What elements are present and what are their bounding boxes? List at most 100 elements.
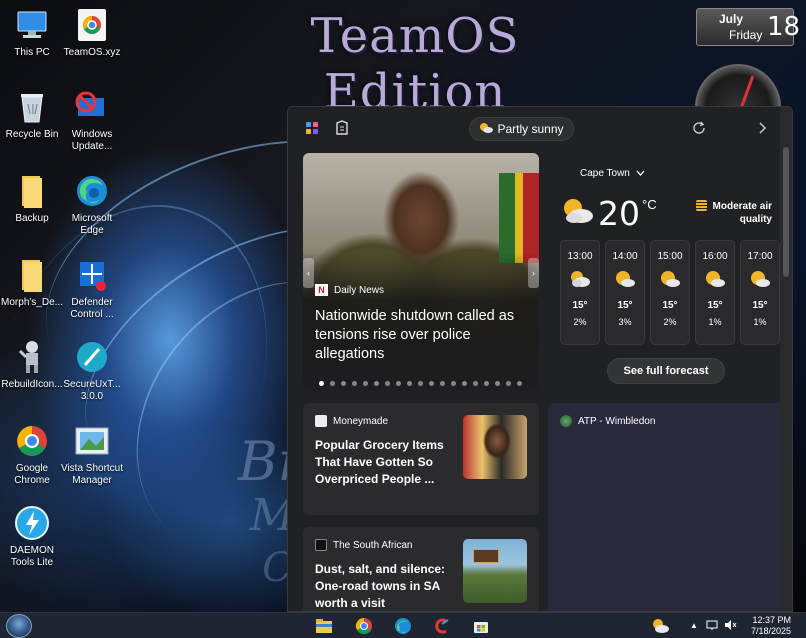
hourly-item[interactable]: 13:00 15° 2% [560, 240, 600, 345]
carousel-dot[interactable] [451, 381, 456, 386]
carousel-dot[interactable] [330, 381, 335, 386]
sports-title: ATP - Wimbledon [578, 415, 656, 427]
hourly-temp: 15° [752, 300, 768, 311]
network-icon[interactable] [706, 619, 718, 634]
carousel-dot[interactable] [495, 381, 500, 386]
defender-icon [73, 256, 111, 294]
moneymade-logo-icon [315, 415, 327, 427]
hero-news-card[interactable]: ‹ › N Daily News Nationwide shutdown cal… [303, 153, 539, 391]
news-headline[interactable]: Popular Grocery Items That Have Gotten S… [315, 437, 455, 488]
chrome-icon [73, 6, 111, 44]
carousel-dot[interactable] [429, 381, 434, 386]
signpost-image [473, 549, 499, 563]
ccleaner-icon[interactable] [432, 616, 452, 636]
desktop-icon-label: Defender Control ... [70, 297, 114, 320]
news-card-south-african[interactable]: The South African Dust, salt, and silenc… [303, 527, 539, 611]
carousel-dot[interactable] [484, 381, 489, 386]
see-full-forecast-button[interactable]: See full forecast [607, 358, 725, 384]
carousel-dot[interactable] [319, 381, 324, 386]
carousel-dot[interactable] [374, 381, 379, 386]
panel-scrollbar[interactable] [780, 107, 792, 611]
scrollbar-thumb[interactable] [783, 147, 789, 277]
hourly-time: 15:00 [657, 251, 683, 262]
carousel-dot[interactable] [462, 381, 467, 386]
sports-card-atp[interactable]: ATP - Wimbledon [548, 403, 786, 611]
carousel-dot[interactable] [352, 381, 357, 386]
hourly-temp: 15° [707, 300, 723, 311]
desktop-icon-google-chrome[interactable]: Google Chrome [0, 422, 64, 487]
hero-next-button[interactable]: › [528, 258, 539, 288]
air-quality-label[interactable]: Moderate air quality [696, 200, 772, 226]
hourly-item[interactable]: 16:00 15° 1% [695, 240, 735, 345]
date-weekday: Friday [729, 28, 763, 42]
desktop-icon-windows-update[interactable]: Windows Update... [60, 88, 124, 153]
folder-icon [13, 172, 51, 210]
desktop-icon-backup[interactable]: Backup [0, 172, 64, 225]
daily-news-logo-icon: N [315, 284, 328, 296]
volume-icon[interactable] [724, 619, 737, 634]
weather-pill-button[interactable]: Partly sunny [469, 117, 574, 141]
news-card-moneymade[interactable]: Moneymade Popular Grocery Items That Hav… [303, 403, 539, 515]
hero-prev-button[interactable]: ‹ [303, 258, 314, 288]
carousel-dot[interactable] [396, 381, 401, 386]
desktop-icon-rebuildicon[interactable]: RebuildIcon... [0, 338, 64, 391]
news-headline[interactable]: Dust, salt, and silence: One-road towns … [315, 561, 455, 611]
carousel-dot[interactable] [506, 381, 511, 386]
hourly-item[interactable]: 17:00 15° 1% [740, 240, 780, 345]
carousel-dot[interactable] [418, 381, 423, 386]
manage-interests-icon[interactable] [333, 119, 351, 137]
partly-sunny-icon [479, 122, 494, 137]
desktop-icon-vista-shortcut-manager[interactable]: Vista Shortcut Manager [60, 422, 124, 487]
date-gadget[interactable]: July Friday 18 [696, 8, 800, 46]
taskbar: ▲ 12:37 PM 7/18/2025 [0, 612, 806, 638]
hourly-time: 13:00 [567, 251, 593, 262]
desktop-icon-label: Windows Update... [71, 129, 113, 152]
hourly-item[interactable]: 15:00 15° 2% [650, 240, 690, 345]
carousel-dot[interactable] [341, 381, 346, 386]
carousel-dot[interactable] [363, 381, 368, 386]
hero-headline[interactable]: Nationwide shutdown called as tensions r… [315, 307, 529, 364]
hero-source: N Daily News [315, 284, 384, 296]
windows-update-icon [73, 88, 111, 126]
tray-clock[interactable]: 12:37 PM 7/18/2025 [743, 615, 791, 637]
carousel-dot[interactable] [385, 381, 390, 386]
robot-icon [13, 338, 51, 376]
carousel-dot[interactable] [517, 381, 522, 386]
chevron-right-icon[interactable] [753, 119, 771, 137]
start-button[interactable] [6, 614, 32, 638]
current-weather[interactable]: 20 °C [560, 193, 657, 233]
carousel-dot[interactable] [473, 381, 478, 386]
hourly-forecast: 13:00 15° 2% 14:00 15° 3% 15:00 15° 2% 1… [560, 240, 780, 345]
news-source: The South African [315, 539, 413, 551]
carousel-dot[interactable] [440, 381, 445, 386]
desktop-icon-defender-control[interactable]: Defender Control ... [60, 256, 124, 321]
hourly-item[interactable]: 14:00 15° 3% [605, 240, 645, 345]
desktop-icon-teamos[interactable]: TeamOS.xyz [60, 6, 124, 59]
widgets-logo-icon[interactable] [303, 119, 321, 137]
carousel-dot[interactable] [407, 381, 412, 386]
partly-sunny-icon [560, 196, 594, 231]
desktop-icon-morphs-folder[interactable]: Morph's_De... [0, 256, 64, 309]
carousel-dots [319, 381, 522, 386]
hourly-time: 16:00 [702, 251, 728, 262]
desktop-icon-recycle-bin[interactable]: Recycle Bin [0, 88, 64, 141]
weather-location-dropdown[interactable]: Cape Town [580, 168, 645, 179]
south-african-logo-icon [315, 539, 327, 551]
store-icon[interactable] [471, 616, 491, 636]
hourly-temp: 15° [617, 300, 633, 311]
refresh-icon[interactable] [690, 119, 708, 137]
desktop-icon-this-pc[interactable]: This PC [0, 6, 64, 59]
desktop-icon-edge[interactable]: Microsoft Edge [60, 172, 124, 237]
desktop-icon-secureuxtheme[interactable]: SecureUxT... 3.0.0 [60, 338, 124, 403]
desktop-icon-daemon-tools[interactable]: DAEMON Tools Lite [0, 504, 64, 569]
tray-overflow-icon[interactable]: ▲ [690, 621, 698, 630]
file-explorer-icon[interactable] [314, 616, 334, 636]
chrome-icon[interactable] [354, 616, 374, 636]
wimbledon-logo-icon [560, 415, 572, 427]
tray-weather-icon[interactable] [650, 616, 670, 636]
partly-sunny-icon [606, 268, 644, 290]
weather-city: Cape Town [580, 168, 630, 179]
computer-icon [13, 6, 51, 44]
edge-icon [73, 172, 111, 210]
edge-icon[interactable] [393, 616, 413, 636]
